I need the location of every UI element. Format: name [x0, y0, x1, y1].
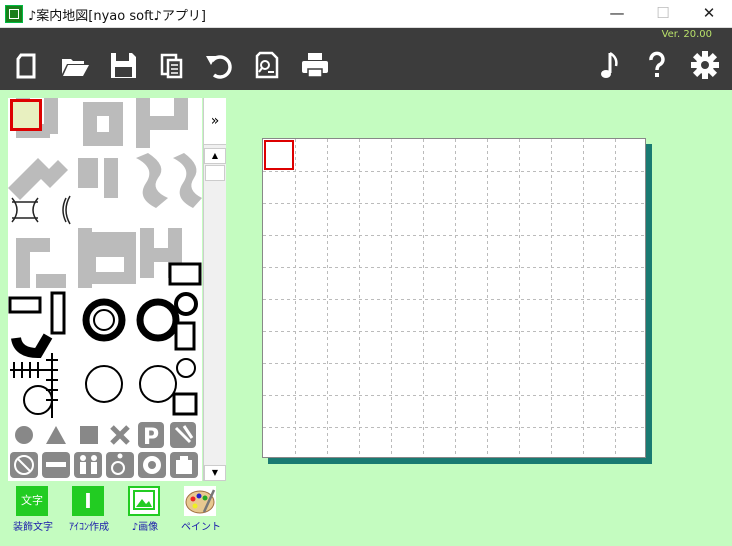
parts-grid[interactable]: P [8, 98, 202, 481]
paint-palette-icon [184, 486, 216, 516]
settings-gear-icon[interactable] [690, 50, 720, 80]
palette-scrollbar[interactable]: » ▲ ▼ [203, 98, 226, 481]
scroll-up-button[interactable]: ▲ [204, 148, 226, 164]
bottom-tools: 文字 装飾文字 I ｱｲｺﾝ作成 ♪画像 ペイント [8, 484, 228, 536]
selected-part-highlight [10, 99, 42, 131]
title-bar: ♪案内地図[nyao soft♪アプリ] — ☐ ✕ [0, 0, 732, 28]
minimize-button[interactable]: — [594, 0, 640, 27]
parts-palette[interactable]: P [8, 98, 202, 481]
maximize-button[interactable]: ☐ [640, 0, 686, 27]
icon-create-icon: I [72, 486, 104, 516]
paint-label: ペイント [181, 522, 221, 533]
save-icon[interactable] [108, 50, 138, 80]
icon-create-button[interactable]: I ｱｲｺﾝ作成 [64, 484, 114, 536]
print-icon[interactable] [300, 50, 330, 80]
open-folder-icon[interactable] [60, 50, 90, 80]
canvas-grid [263, 139, 645, 457]
paste-icon[interactable] [156, 50, 186, 80]
icon-create-label: ｱｲｺﾝ作成 [69, 522, 109, 533]
toolbar: Ver. 20.00 [0, 28, 732, 90]
canvas-cursor-cell[interactable] [264, 140, 294, 170]
window-title: ♪案内地図[nyao soft♪アプリ] [28, 9, 206, 24]
image-label: ♪画像 [131, 522, 159, 533]
version-label: Ver. 20.00 [661, 29, 712, 40]
expand-palette-button[interactable]: » [204, 98, 226, 145]
decorative-text-icon: 文字 [16, 486, 48, 516]
search-document-icon[interactable] [252, 50, 282, 80]
paint-button[interactable]: ペイント [176, 484, 226, 536]
image-icon [128, 486, 160, 516]
decorative-text-label: 装飾文字 [13, 522, 53, 533]
new-icon[interactable] [12, 50, 42, 80]
music-note-icon[interactable] [596, 50, 626, 80]
svg-text:P: P [143, 425, 159, 450]
help-icon[interactable] [642, 50, 672, 80]
image-button[interactable]: ♪画像 [120, 484, 170, 536]
app-icon [5, 5, 23, 23]
scroll-down-button[interactable]: ▼ [204, 465, 226, 481]
close-button[interactable]: ✕ [686, 0, 732, 27]
decorative-text-button[interactable]: 文字 装飾文字 [8, 484, 58, 536]
scroll-thumb[interactable] [205, 165, 225, 181]
map-canvas[interactable] [262, 138, 646, 458]
undo-icon[interactable] [204, 50, 234, 80]
